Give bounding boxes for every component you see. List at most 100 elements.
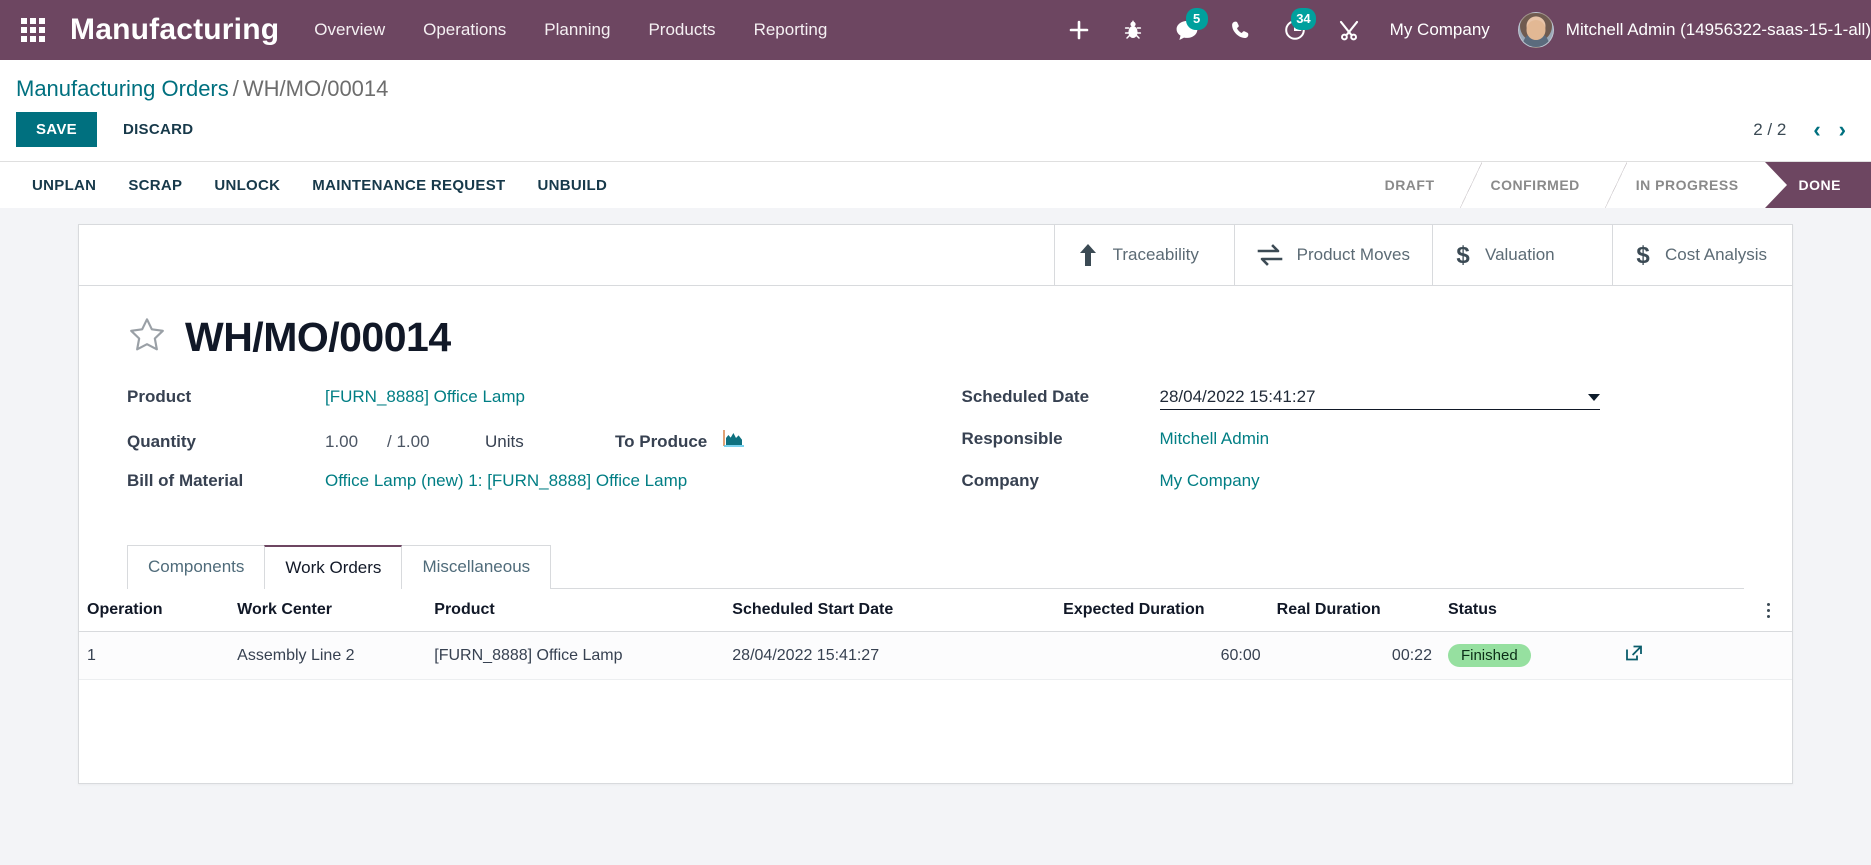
field-value-product[interactable]: [FURN_8888] Office Lamp [325,387,525,407]
column-header-operation[interactable]: Operation [79,589,230,632]
username-label: Mitchell Admin (14956322-saas-15-1-all) [1565,20,1871,39]
column-header-expected-duration[interactable]: Expected Duration [1055,589,1269,632]
menu-item-planning[interactable]: Planning [525,0,629,60]
dollar-icon: $ [1635,241,1651,269]
menu-item-reporting[interactable]: Reporting [735,0,847,60]
exchange-arrows-icon [1257,243,1283,267]
field-value-scheduled-date: 28/04/2022 15:41:27 [1159,387,1316,406]
unlock-button[interactable]: UNLOCK [198,162,296,209]
stage-done[interactable]: DONE [1764,162,1871,208]
field-label-product: Product [127,387,192,406]
column-header-work-center[interactable]: Work Center [229,589,427,632]
scrap-button[interactable]: SCRAP [112,162,198,209]
messages-icon[interactable]: 5 [1160,0,1214,60]
scheduled-date-input[interactable]: 28/04/2022 15:41:27 [1159,387,1600,410]
apps-grid-icon[interactable] [10,0,56,60]
sheet-background: Traceability Product Moves $ Valuation $… [0,208,1871,858]
vertical-dots-icon[interactable] [1753,602,1784,618]
column-header-scheduled-start-date[interactable]: Scheduled Start Date [724,589,1056,632]
status-stage-bar: DRAFT CONFIRMED IN PROGRESS DONE [1354,162,1871,208]
field-label-bill-of-material: Bill of Material [127,471,244,490]
breadcrumb-separator: / [232,76,239,101]
cell-status: Finished [1439,631,1616,680]
form-column-left: Product [FURN_8888] Office Lamp Quantity… [127,387,936,513]
field-company: Company My Company [962,471,1745,513]
cell-expected-duration[interactable]: 60:00 [1055,631,1269,680]
maintenance-request-button[interactable]: MAINTENANCE REQUEST [296,162,521,209]
activities-clock-icon[interactable]: 34 [1268,0,1322,60]
field-quantity: Quantity 1.00 / 1.00 Units To Produce [127,429,936,471]
chevron-down-icon[interactable] [1587,393,1600,401]
cell-work-center[interactable]: Assembly Line 2 [229,631,427,680]
stage-in-progress[interactable]: IN PROGRESS [1604,162,1765,208]
column-header-product[interactable]: Product [426,589,725,632]
field-value-uom: Units [485,432,524,451]
external-link-icon[interactable] [1624,643,1644,663]
field-value-company[interactable]: My Company [1160,471,1260,491]
smart-button-label: Product Moves [1296,245,1410,264]
field-label-quantity: Quantity [127,432,196,451]
column-header-status[interactable]: Status [1439,589,1616,632]
cell-product[interactable]: [FURN_8888] Office Lamp [426,631,725,680]
unplan-button[interactable]: UNPLAN [16,162,112,209]
cell-real-duration[interactable]: 00:22 [1268,631,1440,680]
menu-item-overview[interactable]: Overview [295,0,404,60]
breadcrumb: Manufacturing Orders / WH/MO/00014 [16,76,388,102]
smart-button-label: Traceability [1112,245,1199,264]
user-menu[interactable]: Mitchell Admin (14956322-saas-15-1-all) [1504,12,1871,48]
field-value-bill-of-material[interactable]: Office Lamp (new) 1: [FURN_8888] Office … [325,471,687,491]
pager-previous-button[interactable]: ‹ [1804,118,1829,141]
breadcrumb-root-link[interactable]: Manufacturing Orders [16,76,229,101]
smart-button-valuation[interactable]: $ Valuation [1432,225,1612,285]
form-sheet: Traceability Product Moves $ Valuation $… [78,224,1793,784]
app-brand-title[interactable]: Manufacturing [56,0,295,60]
save-button[interactable]: SAVE [16,112,97,147]
form-column-right: Scheduled Date 28/04/2022 15:41:27 Respo… [936,387,1745,513]
discard-button[interactable]: DISCARD [105,112,211,147]
navbar-systray: 5 34 My Company Mitchell Admin (14956322… [1052,0,1871,60]
optional-columns-cell [1745,589,1792,632]
avatar [1517,12,1554,48]
plus-icon[interactable] [1052,0,1106,60]
record-title-block: WH/MO/00014 [79,286,1792,365]
star-outline-icon[interactable] [127,315,167,360]
column-header-real-duration[interactable]: Real Duration [1268,589,1440,632]
cell-action [1615,631,1745,680]
smart-button-product-moves[interactable]: Product Moves [1233,225,1432,285]
menu-item-products[interactable]: Products [629,0,734,60]
cell-scheduled-start-date[interactable]: 28/04/2022 15:41:27 [724,631,1056,680]
unbuild-button[interactable]: UNBUILD [522,162,624,209]
tab-work-orders[interactable]: Work Orders [264,545,403,590]
field-value-responsible[interactable]: Mitchell Admin [1160,429,1270,449]
smart-button-traceability[interactable]: Traceability [1053,225,1234,285]
smart-button-label: Cost Analysis [1665,245,1768,264]
cell-spacer [1745,631,1792,680]
quantity-group: 1.00 / 1.00 Units To Produce [325,429,745,452]
form-buttons-row: SAVE DISCARD 2 / 2 ‹ › [0,102,1871,161]
field-label-company: Company [961,471,1039,490]
breadcrumb-row: Manufacturing Orders / WH/MO/00014 [0,60,1871,102]
company-switcher[interactable]: My Company [1376,0,1504,60]
table-row[interactable]: 1 Assembly Line 2 [FURN_8888] Office Lam… [79,631,1792,680]
work-orders-table: Operation Work Center Product Scheduled … [79,589,1792,680]
svg-text:$: $ [1456,242,1470,269]
tab-miscellaneous[interactable]: Miscellaneous [401,545,552,589]
field-value-quantity[interactable]: 1.00 [325,432,387,452]
field-bill-of-material: Bill of Material Office Lamp (new) 1: [F… [127,471,936,513]
smart-button-cost-analysis[interactable]: $ Cost Analysis [1612,225,1792,285]
tools-icon[interactable] [1322,0,1376,60]
stage-draft[interactable]: DRAFT [1354,162,1461,208]
statusbar-row: UNPLAN SCRAP UNLOCK MAINTENANCE REQUEST … [0,161,1871,208]
stage-confirmed[interactable]: CONFIRMED [1459,162,1606,208]
cell-operation[interactable]: 1 [79,631,230,680]
tab-components[interactable]: Components [127,545,266,589]
activities-badge: 34 [1291,8,1316,30]
control-panel: Manufacturing Orders / WH/MO/00014 SAVE DI… [0,60,1871,208]
area-chart-icon[interactable] [723,429,745,452]
menu-item-operations[interactable]: Operations [404,0,525,60]
pager-count: 2 / 2 [1753,119,1787,139]
pager-next-button[interactable]: › [1830,118,1855,141]
phone-icon[interactable] [1214,0,1268,60]
bug-icon[interactable] [1106,0,1160,60]
field-label-to-produce: To Produce [615,432,708,451]
